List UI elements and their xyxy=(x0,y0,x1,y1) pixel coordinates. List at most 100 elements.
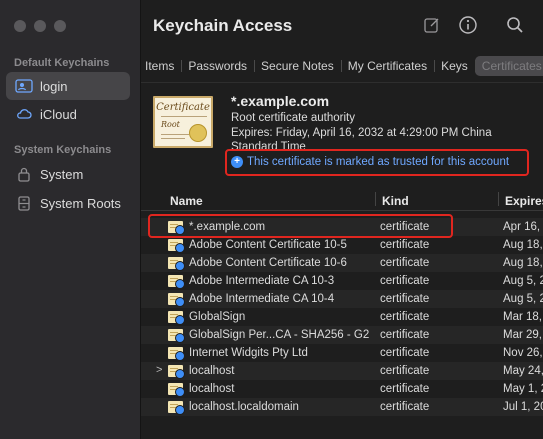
row-name: Adobe Intermediate CA 10-4 xyxy=(189,293,335,305)
tab-keys[interactable]: Keys xyxy=(434,56,475,76)
certificate-icon xyxy=(168,293,185,307)
certificate-type: Root certificate authority xyxy=(231,112,356,124)
disclosure-chevron-icon[interactable]: > xyxy=(156,364,162,376)
close-button[interactable] xyxy=(14,20,26,32)
table-header: Name Kind Expires xyxy=(141,190,543,211)
row-kind: certificate xyxy=(380,401,430,413)
zoom-button[interactable] xyxy=(54,20,66,32)
row-kind: certificate xyxy=(380,311,430,323)
row-kind: certificate xyxy=(380,329,430,341)
row-expires: Mar 18, xyxy=(503,311,542,323)
main-pane: Keychain Access Items Passwords Secure N… xyxy=(141,0,543,439)
certificate-icon xyxy=(168,383,185,397)
table-row[interactable]: GlobalSign certificate Mar 18, xyxy=(141,308,543,326)
certificate-icon xyxy=(168,401,185,415)
info-icon[interactable] xyxy=(457,14,479,36)
certificate-image-subtitle: Root xyxy=(161,120,180,129)
column-name[interactable]: Name xyxy=(170,194,203,208)
sidebar-item-icloud[interactable]: iCloud xyxy=(6,100,130,128)
system-keychains-title: System Keychains xyxy=(14,144,112,156)
trust-status: + This certificate is marked as trusted … xyxy=(231,156,509,168)
certificate-image: Certificate Root xyxy=(153,96,213,148)
window-title: Keychain Access xyxy=(153,16,293,35)
window-controls xyxy=(14,20,66,32)
table-row[interactable]: Adobe Intermediate CA 10-3 certificate Aug… xyxy=(141,272,543,290)
row-kind: certificate xyxy=(380,275,430,287)
row-expires: Jul 1, 20 xyxy=(503,401,543,413)
row-expires: May 1, 2 xyxy=(503,383,543,395)
selected-row-highlight xyxy=(148,214,453,238)
tab-items[interactable]: Items xyxy=(141,56,181,76)
certificate-icon xyxy=(168,347,185,361)
category-tabs: Items Passwords Secure Notes My Certific… xyxy=(141,56,543,76)
row-name: GlobalSign xyxy=(189,311,246,323)
sidebar-item-label: System Roots xyxy=(40,195,121,211)
row-expires: May 24, xyxy=(503,365,543,377)
row-name: Adobe Content Certificate 10-5 xyxy=(189,239,347,251)
certificate-icon xyxy=(168,311,185,325)
search-icon[interactable] xyxy=(504,14,526,36)
plus-badge-icon: + xyxy=(231,156,243,168)
row-kind: certificate xyxy=(380,293,430,305)
row-kind: certificate xyxy=(380,239,430,251)
row-kind: certificate xyxy=(380,347,430,359)
cloud-icon xyxy=(14,106,34,122)
certificate-image-title: Certificate xyxy=(156,102,210,113)
column-expires[interactable]: Expires xyxy=(505,194,543,208)
sidebar: Default Keychains login iCloud System Ke… xyxy=(0,0,141,439)
certificate-list: *.example.com certificate Apr 16, Adobe Con… xyxy=(141,218,543,416)
row-kind: certificate xyxy=(380,365,430,377)
certificate-icon xyxy=(168,365,185,379)
default-keychains-title: Default Keychains xyxy=(14,57,110,69)
row-expires: Aug 18, xyxy=(503,239,543,251)
table-row[interactable]: GlobalSign Per...CA - SHA256 - G2 certifi… xyxy=(141,326,543,344)
minimize-button[interactable] xyxy=(34,20,46,32)
certificate-icon xyxy=(168,257,185,271)
sidebar-item-login[interactable]: login xyxy=(6,72,130,100)
table-row[interactable]: Internet Widgits Pty Ltd certificate Nov 2… xyxy=(141,344,543,362)
tab-passwords[interactable]: Passwords xyxy=(181,56,254,76)
tab-my-certificates[interactable]: My Certificates xyxy=(340,56,434,76)
row-expires: Apr 16, xyxy=(503,221,541,233)
row-expires: Nov 26, xyxy=(503,347,543,359)
divider xyxy=(141,82,543,83)
table-row[interactable]: Adobe Intermediate CA 10-4 certificate Aug… xyxy=(141,290,543,308)
table-row[interactable]: > localhost certificate May 24, xyxy=(141,362,543,380)
sidebar-item-system[interactable]: System xyxy=(6,160,130,188)
row-expires: Aug 18, xyxy=(503,257,543,269)
cabinet-icon xyxy=(14,195,34,211)
table-row[interactable]: localhost.localdomain certificate Jul 1, 2… xyxy=(141,398,543,416)
compose-icon[interactable] xyxy=(421,14,443,36)
certificate-icon xyxy=(168,329,185,343)
table-row[interactable]: Adobe Content Certificate 10-5 certificat… xyxy=(141,236,543,254)
row-name: Adobe Content Certificate 10-6 xyxy=(189,257,347,269)
row-expires: Aug 5, 2 xyxy=(503,293,543,305)
certificate-expires: Expires: Friday, April 16, 2032 at 4:29:… xyxy=(231,127,492,139)
certificate-icon xyxy=(168,275,185,289)
lock-icon xyxy=(14,166,34,182)
sidebar-item-system-roots[interactable]: System Roots xyxy=(6,189,130,217)
table-row[interactable]: Adobe Content Certificate 10-6 certificat… xyxy=(141,254,543,272)
tab-certificates[interactable]: Certificates xyxy=(474,56,543,76)
person-lock-icon xyxy=(14,78,34,94)
row-name: localhost xyxy=(189,365,235,377)
row-kind: certificate xyxy=(380,257,430,269)
certificate-icon xyxy=(168,239,185,253)
tab-secure-notes[interactable]: Secure Notes xyxy=(254,56,341,76)
toolbar: Keychain Access xyxy=(141,0,543,52)
trust-status-text: This certificate is marked as trusted fo… xyxy=(247,156,510,168)
row-expires: Mar 29, xyxy=(503,329,542,341)
seal-icon xyxy=(189,124,207,142)
certificate-name: *.example.com xyxy=(231,93,330,109)
sidebar-item-label: System xyxy=(40,166,84,182)
row-name: Adobe Intermediate CA 10-3 xyxy=(189,275,335,287)
row-name: localhost xyxy=(189,383,235,395)
table-row[interactable]: localhost certificate May 1, 2 xyxy=(141,380,543,398)
row-name: GlobalSign Per...CA - SHA256 - G2 xyxy=(189,329,370,341)
row-expires: Aug 5, 2 xyxy=(503,275,543,287)
row-kind: certificate xyxy=(380,383,430,395)
column-kind[interactable]: Kind xyxy=(382,194,409,208)
sidebar-item-label: iCloud xyxy=(40,106,77,122)
row-name: Internet Widgits Pty Ltd xyxy=(189,347,308,359)
row-name: localhost.localdomain xyxy=(189,401,299,413)
